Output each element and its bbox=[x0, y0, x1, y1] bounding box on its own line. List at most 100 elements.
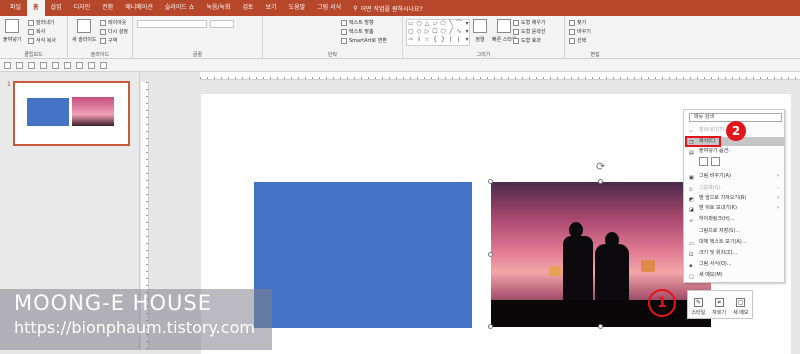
slides-group: 새 슬라이드 레이아웃 다시 설정 구역 슬라이드 bbox=[68, 16, 133, 59]
thumbnail-photo bbox=[72, 97, 114, 126]
watermark-url: https://bionphaum.tistory.com bbox=[14, 318, 255, 337]
menu-item-send-to-back[interactable]: ◪ 맨 뒤로 보내기(K) › bbox=[685, 204, 785, 213]
tab-recording[interactable]: 녹음/녹화 bbox=[200, 0, 236, 16]
smartart-icon bbox=[341, 37, 347, 44]
lightbulb-icon: ⚲ bbox=[353, 4, 358, 12]
arrange-icon bbox=[473, 19, 487, 33]
crop-button[interactable]: ⌗ 자르기 bbox=[712, 298, 726, 316]
group-label-paragraph: 단락 bbox=[327, 52, 338, 58]
blue-rectangle-shape[interactable] bbox=[254, 182, 472, 328]
reset-icon bbox=[100, 28, 106, 35]
tab-file[interactable]: 파일 bbox=[4, 0, 27, 16]
tab-design[interactable]: 디자인 bbox=[68, 0, 97, 16]
change-picture-icon: ▣ bbox=[689, 175, 694, 181]
shape-effects-button[interactable]: 도형 효과 bbox=[513, 37, 541, 44]
chevron-right-icon: › bbox=[777, 173, 779, 179]
ribbon-tab-bar: 파일 홈 삽입 디자인 전환 애니메이션 슬라이드 쇼 녹음/녹화 검토 보기 … bbox=[0, 0, 800, 16]
align-text-button[interactable]: 텍스트 맞춤 bbox=[341, 28, 374, 35]
new-slide-button[interactable]: 새 슬라이드 bbox=[72, 19, 97, 43]
font-name-box[interactable] bbox=[137, 20, 207, 28]
font-size-box[interactable] bbox=[210, 20, 234, 28]
layout-label: 레이아웃 bbox=[108, 20, 127, 26]
resize-handle-b[interactable] bbox=[598, 324, 603, 329]
tab-view[interactable]: 보기 bbox=[260, 0, 283, 16]
menu-item-save-as-picture[interactable]: 그림으로 저장(S)... bbox=[685, 227, 785, 236]
resize-handle-tl[interactable] bbox=[488, 179, 493, 184]
tab-help[interactable]: 도움말 bbox=[283, 0, 312, 16]
save-icon[interactable] bbox=[4, 61, 11, 69]
clipboard-group: 붙여넣기 잘라내기 복사 서식 복사 클립보드 bbox=[0, 16, 68, 59]
menu-item-paste-options: ▤ 붙여넣기 옵션: bbox=[689, 148, 730, 156]
find-label: 찾기 bbox=[577, 20, 587, 26]
menu-item-size-position[interactable]: ⊡ 크기 및 위치(Z)... bbox=[685, 249, 785, 258]
menu-item-group[interactable]: ⧉ 그룹화(G) › bbox=[685, 184, 785, 193]
replace-button[interactable]: 바꾸기 bbox=[569, 28, 591, 35]
tab-transitions[interactable]: 전환 bbox=[96, 0, 119, 16]
text-direction-button[interactable]: 텍스트 방향 bbox=[341, 19, 374, 26]
watermark-title: MOONG-E HOUSE bbox=[14, 291, 212, 315]
menu-item-format-picture[interactable]: ◈ 그림 서식(O)... bbox=[685, 260, 785, 269]
link-icon[interactable] bbox=[64, 61, 71, 69]
tell-me-box[interactable]: ⚲ 어떤 작업을 원하시나요? bbox=[353, 4, 423, 13]
select-label: 선택 bbox=[577, 38, 587, 44]
paste-options-row bbox=[699, 157, 720, 166]
menu-item-bring-to-front[interactable]: ◩ 맨 앞으로 가져오기(R) › bbox=[685, 194, 785, 203]
menu-item-new-comment[interactable]: ▢ 새 메모(M) bbox=[685, 271, 785, 280]
group-icon[interactable] bbox=[88, 61, 95, 69]
tab-animations[interactable]: 애니메이션 bbox=[119, 0, 159, 16]
resize-handle-t[interactable] bbox=[598, 179, 603, 184]
format-painter-button[interactable]: 서식 복사 bbox=[28, 37, 56, 44]
slide-number: 1 bbox=[7, 81, 11, 88]
resize-handle-l[interactable] bbox=[488, 252, 493, 257]
smartart-button[interactable]: SmartArt로 변환 bbox=[341, 37, 387, 44]
tab-slideshow[interactable]: 슬라이드 쇼 bbox=[159, 0, 201, 16]
new-comment-button[interactable]: ▢ 새 메모 bbox=[733, 298, 748, 316]
redo-icon[interactable] bbox=[28, 61, 35, 69]
tab-home[interactable]: 홈 bbox=[27, 0, 45, 16]
step-1-circle: 1 bbox=[648, 289, 676, 317]
fill-bucket-icon bbox=[513, 19, 519, 26]
section-button[interactable]: 구역 bbox=[100, 37, 117, 44]
rotate-handle-icon[interactable]: ⟳ bbox=[596, 160, 605, 173]
paste-picture-icon[interactable] bbox=[711, 157, 720, 166]
style-button[interactable]: ✎ 스타일 bbox=[691, 298, 705, 316]
shape-outline-button[interactable]: 도형 윤곽선 bbox=[513, 28, 546, 35]
shape-icon[interactable] bbox=[52, 61, 59, 69]
undo-icon[interactable] bbox=[16, 61, 23, 69]
shapes-gallery[interactable]: ▭ ○ △ ▱ ⬠ ╲ ⌒ ▾ ▢ ◇ ▷ ☐ ⬡ ╱ ∿ ▾ ⇨ ⇩ ☆{} ⌈ ⌊ ▾ bbox=[406, 19, 470, 46]
layout-button[interactable]: 레이아웃 bbox=[100, 19, 126, 26]
present-icon[interactable] bbox=[40, 61, 47, 69]
selected-photo[interactable] bbox=[491, 182, 711, 327]
font-format-row[interactable] bbox=[137, 32, 255, 40]
paste-keep-formatting-icon[interactable] bbox=[699, 157, 708, 166]
menu-item-change-picture[interactable]: ▣ 그림 바꾸기(A) › bbox=[685, 172, 785, 181]
section-label: 구역 bbox=[108, 38, 118, 44]
format-painter-label: 서식 복사 bbox=[36, 38, 56, 44]
paste-button[interactable]: 붙여넣기 bbox=[3, 19, 21, 43]
group-label-drawing: 그리기 bbox=[476, 52, 491, 58]
slide-thumbnail[interactable] bbox=[13, 81, 130, 146]
align-icon[interactable] bbox=[76, 61, 83, 69]
tab-review[interactable]: 검토 bbox=[236, 0, 259, 16]
reset-button[interactable]: 다시 설정 bbox=[100, 28, 128, 35]
select-button[interactable]: 선택 bbox=[569, 37, 586, 44]
editing-group: 찾기 바꾸기 선택 편집 bbox=[565, 16, 625, 59]
menu-item-alt-text[interactable]: ▭ 대체 텍스트 보기(A)... bbox=[685, 238, 785, 247]
arrange-button[interactable]: 정렬 bbox=[473, 19, 487, 43]
copy-label: 복사 bbox=[36, 29, 46, 35]
find-button[interactable]: 찾기 bbox=[569, 19, 586, 26]
text-direction-icon bbox=[341, 19, 347, 26]
copy-button[interactable]: 복사 bbox=[28, 28, 45, 35]
send-back-icon: ◪ bbox=[689, 207, 694, 213]
tab-picture-format[interactable]: 그림 서식 bbox=[311, 0, 347, 16]
customize-qat-icon[interactable] bbox=[100, 61, 107, 69]
step-2-badge: 2 bbox=[726, 121, 746, 141]
align-text-icon bbox=[341, 28, 347, 35]
menu-item-hyperlink[interactable]: ∞ 하이퍼링크(H)... bbox=[685, 215, 785, 224]
arrange-label: 정렬 bbox=[475, 37, 485, 43]
quick-access-toolbar bbox=[0, 59, 800, 72]
tab-insert[interactable]: 삽입 bbox=[45, 0, 68, 16]
cut-button[interactable]: 잘라내기 bbox=[28, 19, 54, 26]
shape-fill-button[interactable]: 도형 채우기 bbox=[513, 19, 546, 26]
resize-handle-bl[interactable] bbox=[488, 324, 493, 329]
